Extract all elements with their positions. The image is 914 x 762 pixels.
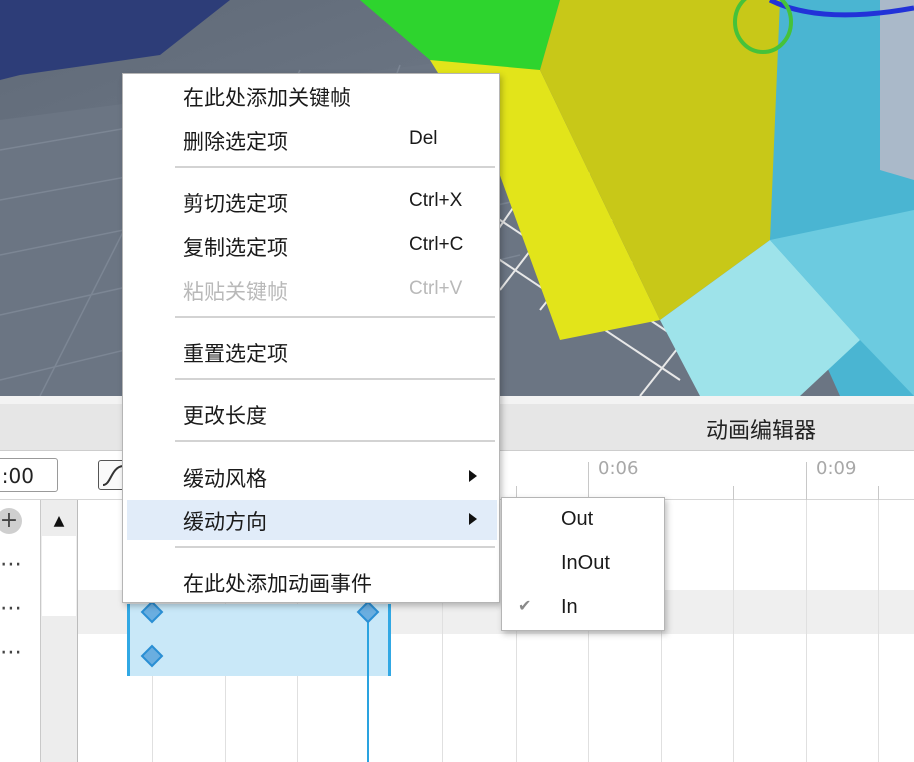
ruler-tick [588, 462, 589, 500]
menu-item-label: 缓动风格 [183, 467, 267, 491]
menu-item-shortcut: Del [409, 128, 438, 149]
add-track-icon: + [0, 508, 19, 533]
menu-item-shortcut: Ctrl+X [409, 190, 463, 211]
menu-item-copy[interactable]: 复制选定项 Ctrl+C [123, 226, 499, 266]
submenu-item-label: InOut [561, 552, 610, 574]
grid-line [806, 500, 807, 762]
menu-item-label: 删除选定项 [183, 130, 288, 154]
submenu-item-out[interactable]: Out [502, 498, 664, 542]
playhead[interactable] [367, 604, 369, 762]
chevron-right-icon [469, 513, 477, 525]
menu-separator [175, 378, 495, 380]
submenu-item-inout[interactable]: InOut [502, 542, 664, 586]
scroll-up-icon[interactable]: ▲ [45, 508, 73, 534]
menu-separator [175, 440, 495, 442]
menu-item-label: 缓动方向 [183, 510, 267, 534]
menu-item-easing-direction[interactable]: 缓动方向 [127, 500, 497, 540]
easing-direction-submenu: Out InOut ✔ In [501, 497, 665, 631]
menu-separator [175, 166, 495, 168]
current-time-input[interactable]: 1:00 [0, 458, 58, 492]
menu-item-paste-keyframes: 粘贴关键帧 Ctrl+V [123, 270, 499, 310]
menu-item-label: 在此处添加关键帧 [183, 86, 351, 110]
grid-line [878, 500, 879, 762]
track-more-button[interactable]: ⋯ [0, 596, 23, 621]
ruler-tick [733, 486, 734, 500]
menu-item-label: 更改长度 [183, 404, 267, 428]
menu-item-change-length[interactable]: 更改长度 [123, 394, 499, 434]
menu-item-label: 粘贴关键帧 [183, 280, 288, 304]
submenu-item-label: In [561, 596, 578, 618]
menu-item-shortcut: Ctrl+V [409, 278, 463, 299]
grid-line [733, 500, 734, 762]
ruler-tick [878, 486, 879, 500]
chevron-right-icon [469, 470, 477, 482]
menu-separator [175, 546, 495, 548]
menu-item-reset-selected[interactable]: 重置选定项 [123, 332, 499, 372]
menu-item-delete-selected[interactable]: 删除选定项 Del [123, 120, 499, 160]
track-more-button[interactable]: ⋯ [0, 640, 23, 665]
submenu-item-in[interactable]: ✔ In [502, 586, 664, 630]
checkmark-icon: ✔ [518, 596, 532, 615]
context-menu: 在此处添加关键帧 删除选定项 Del 剪切选定项 Ctrl+X 复制选定项 Ct… [122, 73, 500, 603]
track-list [0, 500, 41, 762]
ruler-label-0-06: 0:06 [598, 458, 639, 479]
menu-item-add-animation-event[interactable]: 在此处添加动画事件 [123, 562, 499, 602]
menu-item-label: 在此处添加动画事件 [183, 572, 372, 596]
menu-item-shortcut: Ctrl+C [409, 234, 464, 255]
scrollbar-thumb[interactable] [42, 536, 76, 616]
menu-separator [175, 316, 495, 318]
ruler-tick [806, 462, 807, 500]
ruler-label-0-09: 0:09 [816, 458, 857, 479]
submenu-item-label: Out [561, 508, 594, 530]
editor-title: 动画编辑器 [706, 419, 817, 444]
menu-item-cut[interactable]: 剪切选定项 Ctrl+X [123, 182, 499, 222]
menu-item-label: 复制选定项 [183, 236, 288, 260]
menu-item-add-keyframe[interactable]: 在此处添加关键帧 [123, 76, 499, 116]
menu-item-easing-style[interactable]: 缓动风格 [123, 457, 499, 497]
keyframe-selection[interactable] [127, 604, 391, 676]
menu-item-label: 剪切选定项 [183, 192, 288, 216]
menu-item-label: 重置选定项 [183, 342, 288, 366]
track-more-button[interactable]: ⋯ [0, 552, 23, 577]
